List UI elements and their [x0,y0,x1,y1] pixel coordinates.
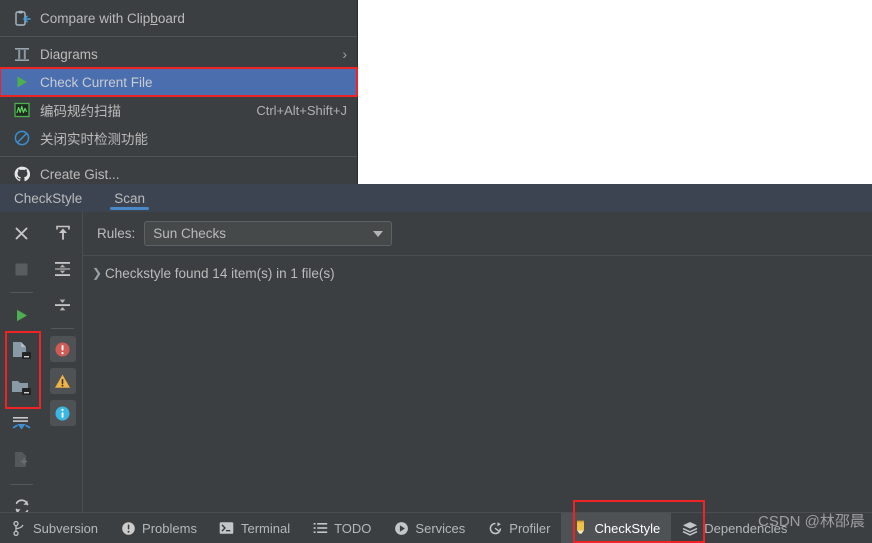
rules-label: Rules: [97,226,136,241]
screenshot-root: Compare with Clipboard Diagrams › Check … [0,0,872,543]
chevron-right-icon: › [342,46,347,62]
bottom-status-bar: Subversion Problems Terminal TODO Servic… [0,512,872,543]
status-item-label: Dependencies [704,520,788,536]
scan-results-panel: Rules: Sun Checks ❯ Checkstyle found 14 … [82,212,872,543]
scan-current-file-icon[interactable] [7,336,37,366]
menu-item-diagrams[interactable]: Diagrams › [0,40,357,68]
run-play-icon[interactable] [7,300,37,330]
status-item-label: TODO [334,520,372,536]
diagrams-icon [12,45,32,63]
status-item-label: Subversion [33,520,99,536]
info-severity-icon[interactable] [49,400,76,426]
menu-item-label: Create Gist... [40,166,120,182]
toolbar-rail-secondary [43,212,82,543]
tool-window-tabs: CheckStyle Scan [0,184,872,212]
status-item-label: Terminal [240,520,291,536]
github-icon [12,165,32,183]
services-play-icon [393,520,409,536]
status-item-services[interactable]: Services [382,513,476,543]
tree-root-label: Checkstyle found 14 item(s) in 1 file(s) [105,265,335,281]
problems-icon [120,520,136,536]
status-item-label: Profiler [509,520,551,536]
disable-circle-icon [12,129,32,147]
scan-changed-files-icon [7,444,37,474]
tab-label: CheckStyle [14,190,83,206]
status-item-problems[interactable]: Problems [109,513,208,543]
menu-separator-2 [0,156,357,157]
menu-item-compare-with-clipboard[interactable]: Compare with Clipboard [0,4,357,32]
tree-root-row[interactable]: ❯ Checkstyle found 14 item(s) in 1 file(… [83,262,872,284]
status-item-profiler[interactable]: Profiler [476,513,561,543]
close-icon[interactable] [7,218,37,248]
error-severity-icon[interactable] [49,336,76,362]
scan-module-icon[interactable] [7,372,37,402]
menu-item-label: Compare with Clipboard [40,10,185,26]
warning-severity-icon[interactable] [49,368,76,394]
chevron-right-icon[interactable]: ❯ [89,266,105,280]
expand-all-icon[interactable] [48,254,78,284]
context-menu: Compare with Clipboard Diagrams › Check … [0,0,358,184]
menu-item-shortcut: Ctrl+Alt+Shift+J [256,102,347,118]
status-item-dependencies[interactable]: Dependencies [671,513,798,543]
checkstyle-tool-window: CheckStyle Scan Rules: Sun Checks ❯ Chec… [0,184,872,543]
export-up-icon[interactable] [48,218,78,248]
menu-item-label: 编码规约扫描 [40,104,121,119]
status-item-subversion[interactable]: Subversion [0,513,109,543]
clipboard-compare-icon [12,9,32,27]
status-item-label: CheckStyle [594,520,661,536]
menu-item-check-current-file[interactable]: Check Current File [0,67,358,97]
rail-separator-1 [10,292,33,293]
menu-item-label: Diagrams [40,46,98,62]
scan-project-icon[interactable] [7,408,37,438]
rail-separator-3 [51,328,74,329]
collapse-all-icon[interactable] [48,290,78,320]
status-item-checkstyle[interactable]: CheckStyle [561,512,672,543]
branch-icon [11,520,27,536]
todo-list-icon [312,520,328,536]
rules-bar: Rules: Sun Checks [83,212,872,255]
tab-scan[interactable]: Scan [96,184,163,212]
checkstyle-pencil-icon [572,520,588,536]
green-play-icon [12,73,32,91]
status-item-label: Problems [142,520,197,536]
menu-item-coding-convention-scan[interactable]: 编码规约扫描 Ctrl+Alt+Shift+J [0,96,357,124]
menu-item-label: 关闭实时检测功能 [40,132,148,147]
tool-window-body: Rules: Sun Checks ❯ Checkstyle found 14 … [0,212,872,543]
rail-separator-2 [10,484,33,485]
status-item-label: Services [415,520,466,536]
status-item-todo[interactable]: TODO [301,513,382,543]
tab-label: Scan [114,190,146,206]
menu-item-disable-realtime-detection[interactable]: 关闭实时检测功能 [0,124,357,152]
chevron-down-icon [373,230,384,237]
stop-icon [7,254,37,284]
editor-background [358,0,872,184]
rules-dropdown[interactable]: Sun Checks [144,221,393,246]
menu-separator-1 [0,36,357,37]
layers-icon [682,520,698,536]
terminal-icon [219,520,235,536]
rules-dropdown-value: Sun Checks [153,226,227,241]
status-item-terminal[interactable]: Terminal [208,513,301,543]
menu-item-label: Check Current File [40,74,153,90]
alibaba-scan-icon [12,101,32,119]
results-tree[interactable]: ❯ Checkstyle found 14 item(s) in 1 file(… [83,255,872,543]
tool-window-title-checkstyle[interactable]: CheckStyle [12,184,96,212]
toolbar-rail-primary [0,212,43,543]
profiler-icon [487,520,503,536]
